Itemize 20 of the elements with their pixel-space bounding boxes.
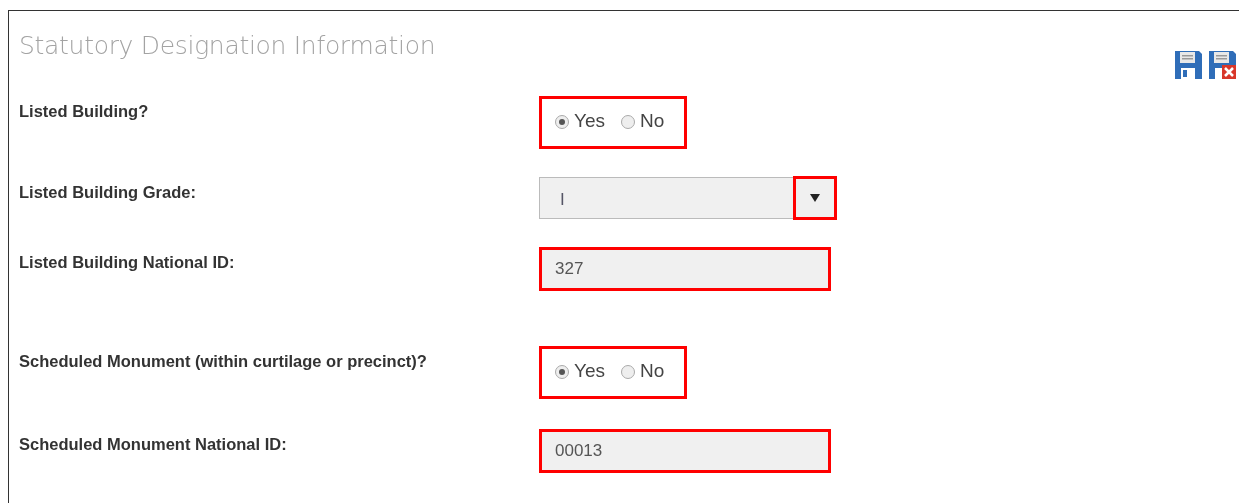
- field-label: Listed Building?: [19, 101, 150, 122]
- panel-title: Statutory Designation Information: [19, 30, 436, 62]
- input-field[interactable]: 00013: [539, 429, 831, 473]
- radio-button[interactable]: [555, 114, 569, 129]
- radio-button[interactable]: [555, 364, 569, 379]
- save-icon[interactable]: [1173, 49, 1203, 81]
- radio-button[interactable]: [621, 114, 635, 129]
- radio-label[interactable]: Yes: [574, 107, 605, 136]
- field-label: Scheduled Monument (within curtilage or precinct)?: [19, 351, 428, 372]
- radio-button[interactable]: [621, 364, 635, 379]
- discard-icon[interactable]: [1207, 49, 1237, 81]
- radio-label[interactable]: No: [640, 357, 665, 386]
- field-label: Listed Building Grade:: [19, 182, 197, 203]
- field-label: Listed Building National ID:: [19, 252, 236, 273]
- field-label: Scheduled Monument National ID:: [19, 434, 288, 455]
- radio-label[interactable]: No: [640, 107, 665, 136]
- caret-icon[interactable]: [810, 194, 820, 202]
- radio-label[interactable]: Yes: [574, 357, 605, 386]
- input-field[interactable]: 327: [539, 247, 831, 291]
- dropdown[interactable]: I: [539, 177, 836, 219]
